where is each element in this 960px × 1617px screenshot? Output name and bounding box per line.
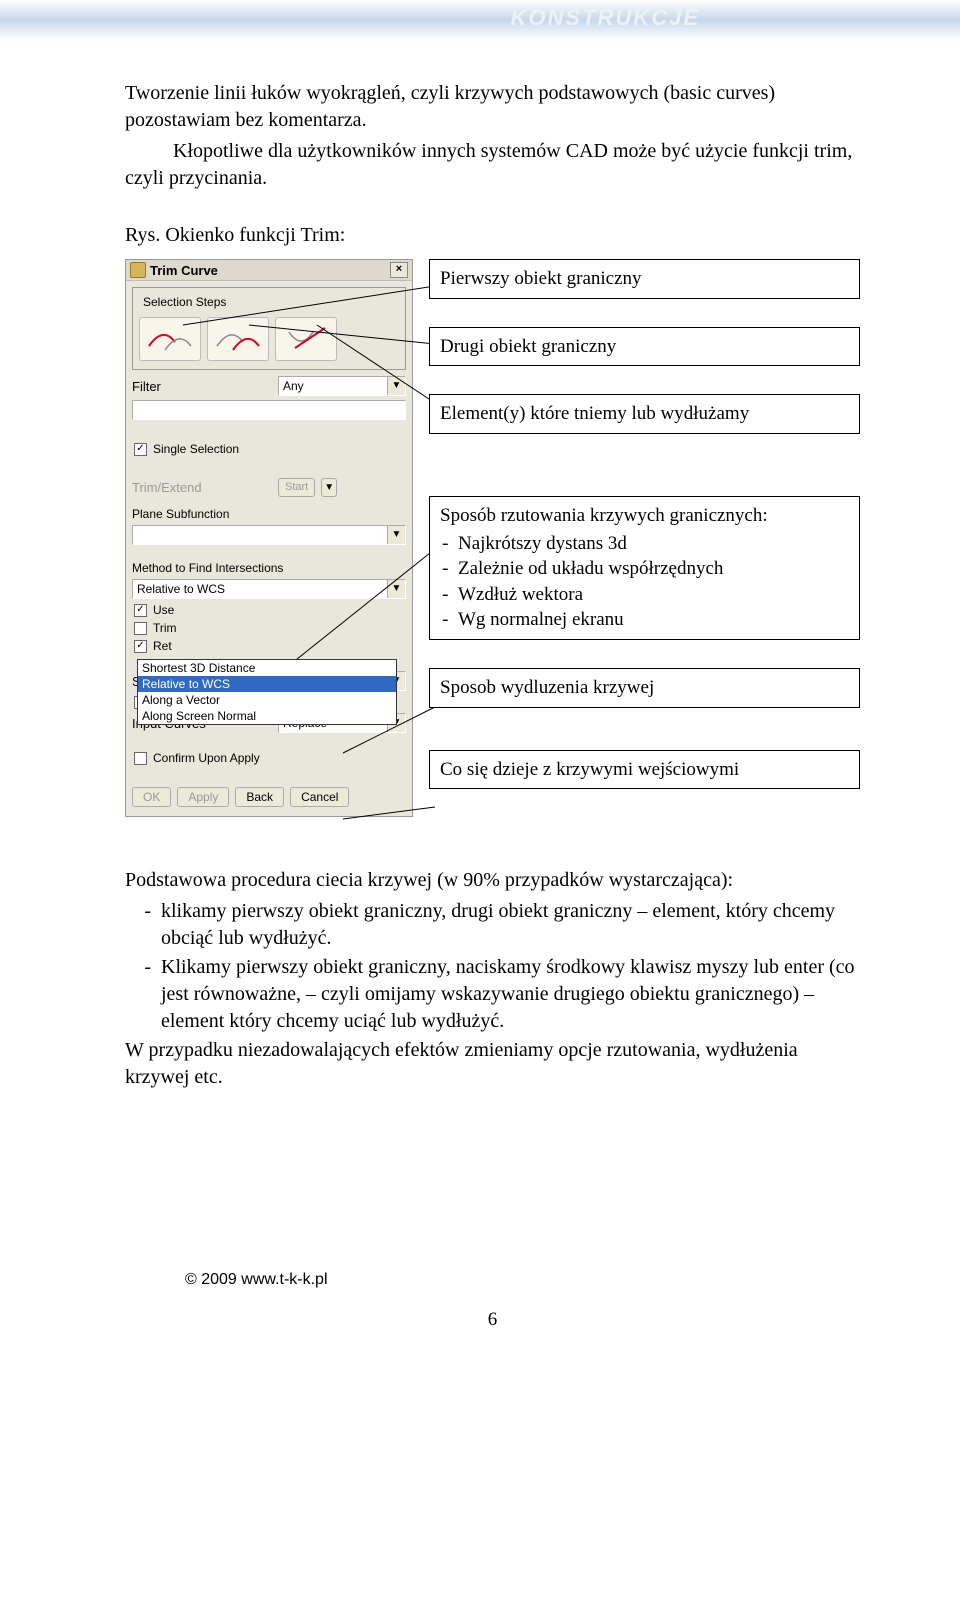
checkbox-icon bbox=[134, 752, 147, 765]
method-dropdown-list[interactable]: Shortest 3D Distance Relative to WCS Alo… bbox=[137, 659, 397, 725]
trim-curve-dialog: Trim Curve × Selection Steps bbox=[125, 259, 413, 817]
retain-body-checkbox[interactable]: Ret bbox=[134, 639, 404, 653]
page-header: KONSTRUKCJE bbox=[0, 0, 960, 40]
filter-label: Filter bbox=[132, 379, 272, 394]
callout-projection-item: Wg normalnej ekranu bbox=[458, 607, 849, 633]
window-icon bbox=[130, 262, 146, 278]
step-string-to-trim[interactable] bbox=[275, 317, 337, 361]
method-option[interactable]: Along a Vector bbox=[138, 692, 396, 708]
method-option[interactable]: Relative to WCS bbox=[138, 676, 396, 692]
callout-projection-method: Sposób rzutowania krzywych granicznych: … bbox=[429, 496, 860, 640]
annotated-diagram: Trim Curve × Selection Steps bbox=[125, 259, 860, 817]
trim-body-label: Trim bbox=[153, 621, 177, 635]
callout-second-boundary: Drugi obiekt graniczny bbox=[429, 327, 860, 367]
checkbox-icon bbox=[134, 622, 147, 635]
callout-projection-title: Sposób rzutowania krzywych granicznych: bbox=[440, 505, 768, 526]
method-option[interactable]: Shortest 3D Distance bbox=[138, 660, 396, 676]
chevron-down-icon[interactable]: ▼ bbox=[387, 377, 405, 395]
chevron-down-icon[interactable]: ▼ bbox=[321, 478, 337, 497]
callout-projection-item: Najkrótszy dystans 3d bbox=[458, 531, 849, 557]
intro-paragraph-2: Kłopotliwe dla użytkowników innych syste… bbox=[125, 138, 860, 192]
checkbox-icon bbox=[134, 640, 147, 653]
method-combo[interactable]: Relative to WCS▼ bbox=[132, 579, 406, 599]
use-sketch-checkbox[interactable]: Use bbox=[134, 603, 404, 617]
footer-copyright: © 2009 www.t-k-k.pl bbox=[185, 1271, 860, 1289]
step-first-boundary[interactable] bbox=[139, 317, 201, 361]
intro-paragraph-1: Tworzenie linii łuków wyokrągleń, czyli … bbox=[125, 80, 860, 134]
filter-value: Any bbox=[279, 379, 387, 393]
apply-button[interactable]: Apply bbox=[177, 787, 229, 807]
cancel-button[interactable]: Cancel bbox=[290, 787, 349, 807]
procedure-section: Podstawowa procedura ciecia krzywej (w 9… bbox=[125, 867, 860, 1091]
method-option[interactable]: Along Screen Normal bbox=[138, 708, 396, 724]
callouts-column: Pierwszy obiekt graniczny Drugi obiekt g… bbox=[429, 259, 860, 817]
back-button[interactable]: Back bbox=[235, 787, 284, 807]
procedure-step-2: Klikamy pierwszy obiekt graniczny, nacis… bbox=[161, 954, 860, 1035]
plane-subfunction-combo[interactable]: ▼ bbox=[132, 525, 406, 545]
callout-projection-item: Zależnie od układu współrzędnych bbox=[458, 556, 849, 582]
procedure-heading: Podstawowa procedura ciecia krzywej (w 9… bbox=[125, 867, 860, 894]
procedure-tail: W przypadku niezadowalających efektów zm… bbox=[125, 1037, 860, 1091]
confirm-upon-apply-checkbox[interactable]: Confirm Upon Apply bbox=[134, 751, 404, 765]
page-number: 6 bbox=[125, 1309, 860, 1331]
chevron-down-icon[interactable]: ▼ bbox=[387, 580, 405, 598]
dialog-title: Trim Curve bbox=[150, 263, 218, 278]
callout-trimmed-element: Element(y) które tniemy lub wydłużamy bbox=[429, 394, 860, 434]
dialog-titlebar[interactable]: Trim Curve × bbox=[126, 260, 412, 281]
single-selection-label: Single Selection bbox=[153, 442, 239, 456]
callout-first-boundary: Pierwszy obiekt graniczny bbox=[429, 259, 860, 299]
callout-projection-item: Wzdłuż wektora bbox=[458, 582, 849, 608]
figure-label: Rys. Okienko funkcji Trim: bbox=[125, 222, 860, 249]
close-icon[interactable]: × bbox=[390, 262, 408, 278]
selection-steps-group: Selection Steps bbox=[132, 287, 406, 370]
use-sketch-label: Use bbox=[153, 603, 174, 617]
trim-body-checkbox[interactable]: Trim bbox=[134, 621, 404, 635]
confirm-label: Confirm Upon Apply bbox=[153, 751, 260, 765]
step-second-boundary[interactable] bbox=[207, 317, 269, 361]
callout-input-curves: Co się dzieje z krzywymi wejściowymi bbox=[429, 750, 860, 790]
trim-extend-label: Trim/Extend bbox=[132, 480, 272, 495]
chevron-down-icon[interactable]: ▼ bbox=[387, 526, 405, 544]
brand-text: KONSTRUKCJE bbox=[511, 5, 700, 31]
trim-extend-button[interactable]: Start bbox=[278, 478, 315, 497]
plane-subfunction-label: Plane Subfunction bbox=[132, 507, 229, 521]
selection-input[interactable] bbox=[132, 400, 406, 420]
method-label: Method to Find Intersections bbox=[132, 561, 283, 575]
selection-steps-label: Selection Steps bbox=[139, 295, 230, 309]
retain-body-label: Ret bbox=[153, 639, 172, 653]
checkbox-icon bbox=[134, 443, 147, 456]
callout-extension-method: Sposob wydluzenia krzywej bbox=[429, 668, 860, 708]
single-selection-checkbox[interactable]: Single Selection bbox=[134, 442, 404, 456]
procedure-step-1: klikamy pierwszy obiekt graniczny, drugi… bbox=[161, 898, 860, 952]
filter-combo[interactable]: Any ▼ bbox=[278, 376, 406, 396]
checkbox-icon bbox=[134, 604, 147, 617]
method-value: Relative to WCS bbox=[133, 582, 387, 596]
ok-button[interactable]: OK bbox=[132, 787, 171, 807]
